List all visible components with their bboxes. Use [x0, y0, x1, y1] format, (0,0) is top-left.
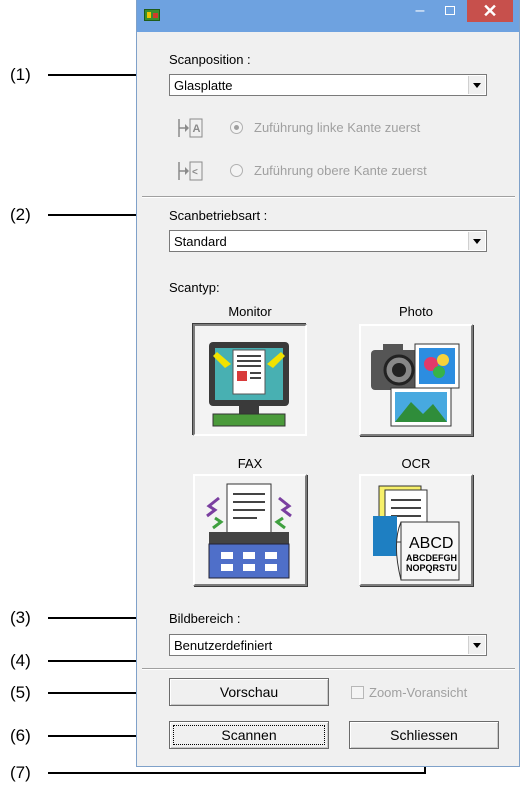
scan-position-value: Glasplatte: [174, 78, 233, 93]
callout-number: (2): [10, 205, 31, 224]
monitor-icon: [209, 342, 289, 427]
callout-number: (3): [10, 608, 31, 627]
scan-mode-label: Scanbetriebsart :: [169, 208, 268, 223]
feed-left-edge-icon: A: [178, 118, 203, 138]
ocr-document-icon: ABCD ABCDEFGH NOPQRSTU: [373, 485, 460, 581]
scanner-app-icon: [144, 9, 160, 21]
feed-top-edge-label: Zuführung obere Kante zuerst: [254, 163, 427, 178]
image-area-select[interactable]: Benutzerdefiniert: [169, 634, 487, 656]
feed-left-edge-label: Zuführung linke Kante zuerst: [254, 120, 421, 135]
scan-type-fax-label: FAX: [237, 456, 263, 471]
scan-type-ocr-label: OCR: [401, 456, 431, 471]
scan-type-ocr-button[interactable]: ABCD ABCDEFGH NOPQRSTU: [359, 474, 473, 586]
close-button[interactable]: Schliessen: [349, 721, 499, 749]
scan-type-monitor-label: Monitor: [228, 304, 272, 319]
scan-position-select[interactable]: Glasplatte: [169, 74, 487, 96]
ocr-icon-text-large: ABCD: [409, 535, 453, 552]
scanner-dialog-window: – ✕ Scanposition : Glasplatte A Zuführun…: [136, 0, 520, 767]
scan-type-photo-button[interactable]: [359, 324, 473, 436]
zoom-preview-checkbox[interactable]: [351, 686, 364, 699]
feed-top-edge-radio[interactable]: [230, 164, 243, 177]
scan-button[interactable]: Scannen: [169, 721, 329, 749]
minimize-button[interactable]: –: [407, 0, 433, 22]
scan-type-photo-label: Photo: [399, 304, 433, 319]
ocr-icon-text-medium: ABCDEFGH: [406, 553, 457, 563]
scan-type-label: Scantyp:: [169, 280, 220, 295]
fax-icon: [206, 483, 292, 579]
ocr-icon-text-small: NOPQRSTU: [406, 563, 457, 573]
maximize-button[interactable]: [437, 0, 463, 22]
zoom-preview-label: Zoom-Voransicht: [369, 685, 468, 700]
svg-text:A: A: [193, 123, 201, 135]
scan-type-fax-button[interactable]: [193, 474, 307, 586]
preview-button[interactable]: Vorschau: [169, 678, 329, 706]
title-bar: – ✕: [137, 0, 519, 32]
feed-left-edge-radio[interactable]: [230, 121, 243, 134]
chevron-down-icon[interactable]: [468, 76, 485, 94]
chevron-down-icon[interactable]: [468, 232, 485, 250]
callout-number: (1): [10, 65, 31, 84]
group-separator: [142, 196, 515, 198]
maximize-icon: [445, 6, 455, 15]
callout-leader-line: [48, 772, 426, 774]
callout-number: (4): [10, 651, 31, 670]
image-area-value: Benutzerdefiniert: [174, 638, 273, 653]
close-window-button[interactable]: ✕: [467, 0, 513, 22]
scan-mode-value: Standard: [174, 234, 227, 249]
scan-position-label: Scanposition :: [169, 52, 251, 67]
callout-number: (7): [10, 763, 31, 782]
group-separator: [142, 668, 515, 670]
feed-top-edge-icon: <: [178, 161, 203, 181]
chevron-down-icon[interactable]: [468, 636, 485, 654]
svg-text:<: <: [192, 167, 198, 178]
scan-type-monitor-button[interactable]: [193, 324, 307, 436]
camera-photo-icon: [371, 343, 460, 427]
callout-number: (6): [10, 726, 31, 745]
image-area-label: Bildbereich :: [169, 611, 241, 626]
callout-number: (5): [10, 683, 31, 702]
scan-mode-select[interactable]: Standard: [169, 230, 487, 252]
